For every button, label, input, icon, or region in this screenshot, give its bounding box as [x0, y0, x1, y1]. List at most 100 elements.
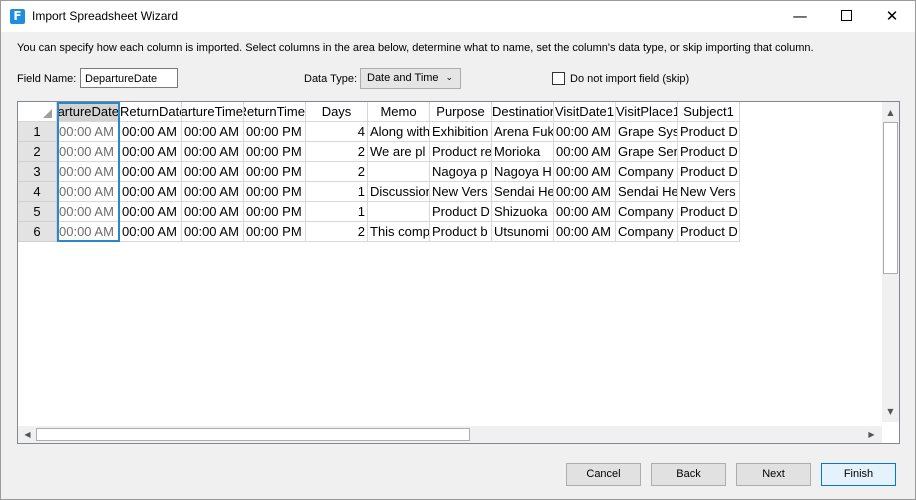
horizontal-scrollbar[interactable]: ◀ ▶ — [18, 426, 882, 443]
grid-cell[interactable]: Shizuoka — [492, 202, 554, 222]
row-header[interactable]: 2 — [18, 142, 57, 162]
grid-cell[interactable]: 00:00 AM — [120, 142, 182, 162]
data-type-select[interactable]: Date and Time ⌄ — [360, 68, 461, 89]
grid-cell[interactable]: 00:00 AM — [182, 202, 244, 222]
grid-cell[interactable]: 00:00 AM — [554, 142, 616, 162]
grid-cell[interactable]: Product b — [430, 222, 492, 242]
grid-cell[interactable]: Product re — [430, 142, 492, 162]
grid-cell[interactable]: 00:00 AM — [554, 182, 616, 202]
row-header[interactable]: 1 — [18, 122, 57, 142]
grid-cell[interactable]: 00:00 AM — [554, 202, 616, 222]
column-header[interactable]: VisitDate1 — [554, 102, 616, 122]
close-button[interactable]: ✕ — [869, 1, 915, 32]
scroll-up-arrow-icon[interactable]: ▲ — [882, 104, 899, 121]
grid-cell[interactable]: 00:00 PM — [244, 162, 306, 182]
column-header[interactable]: DepartureTime — [182, 102, 244, 122]
grid-cell[interactable]: Company — [616, 162, 678, 182]
grid-cell[interactable]: 2 — [306, 162, 368, 182]
column-header[interactable]: DepartureDate — [57, 102, 120, 122]
grid-cell[interactable]: 00:00 PM — [244, 122, 306, 142]
grid-cell[interactable]: Nagoya H — [492, 162, 554, 182]
grid-cell[interactable]: 2 — [306, 142, 368, 162]
grid-cell[interactable]: Product D — [430, 202, 492, 222]
grid-cell[interactable]: 00:00 AM — [182, 182, 244, 202]
grid-cell[interactable] — [368, 202, 430, 222]
grid-cell[interactable]: Company — [616, 222, 678, 242]
grid-cell[interactable]: 00:00 PM — [244, 222, 306, 242]
grid-cell[interactable]: 00:00 PM — [244, 202, 306, 222]
grid-cell[interactable]: Arena Fuk — [492, 122, 554, 142]
row-header[interactable]: 6 — [18, 222, 57, 242]
back-button[interactable]: Back — [651, 463, 726, 486]
scroll-left-arrow-icon[interactable]: ◀ — [19, 426, 36, 443]
finish-button[interactable]: Finish — [821, 463, 896, 486]
grid-cell[interactable]: 00:00 AM — [120, 182, 182, 202]
maximize-button[interactable] — [823, 1, 869, 32]
spreadsheet-preview-grid[interactable]: DepartureDateReturnDateDepartureTimeRetu… — [17, 101, 900, 444]
horizontal-scroll-thumb[interactable] — [36, 428, 470, 441]
field-name-input[interactable]: DepartureDate — [80, 68, 178, 88]
grid-cell[interactable]: 00:00 AM — [554, 122, 616, 142]
grid-cell[interactable]: Nagoya p — [430, 162, 492, 182]
grid-cell[interactable]: This comp — [368, 222, 430, 242]
grid-cell[interactable]: Product D — [678, 162, 740, 182]
grid-cell[interactable]: 00:00 PM — [244, 142, 306, 162]
row-header[interactable]: 5 — [18, 202, 57, 222]
grid-cell[interactable]: New Vers — [430, 182, 492, 202]
column-header[interactable]: Memo — [368, 102, 430, 122]
vertical-scroll-thumb[interactable] — [883, 122, 898, 274]
grid-cell[interactable]: 00:00 AM — [57, 222, 120, 242]
column-header[interactable]: VisitPlace1 — [616, 102, 678, 122]
grid-cell[interactable]: 00:00 AM — [182, 162, 244, 182]
grid-cell[interactable]: 00:00 AM — [554, 222, 616, 242]
grid-cell[interactable]: 1 — [306, 202, 368, 222]
grid-cell[interactable]: 00:00 AM — [57, 202, 120, 222]
grid-cell[interactable]: New Vers — [678, 182, 740, 202]
column-header[interactable]: ReturnDate — [120, 102, 182, 122]
scroll-right-arrow-icon[interactable]: ▶ — [863, 426, 880, 443]
grid-cell[interactable]: Sendai He — [492, 182, 554, 202]
grid-cell[interactable]: Grape Ser — [616, 142, 678, 162]
scroll-down-arrow-icon[interactable]: ▼ — [882, 403, 899, 420]
next-button[interactable]: Next — [736, 463, 811, 486]
cancel-button[interactable]: Cancel — [566, 463, 641, 486]
grid-cell[interactable]: 00:00 AM — [182, 122, 244, 142]
grid-cell[interactable]: 2 — [306, 222, 368, 242]
grid-cell[interactable]: Product D — [678, 122, 740, 142]
column-header[interactable]: Subject1 — [678, 102, 740, 122]
vertical-scrollbar[interactable]: ▲ ▼ — [882, 102, 899, 422]
grid-cell[interactable]: 00:00 AM — [120, 162, 182, 182]
grid-cell[interactable]: Product D — [678, 222, 740, 242]
grid-cell[interactable]: Product D — [678, 202, 740, 222]
grid-cell[interactable]: 00:00 AM — [57, 182, 120, 202]
grid-cell[interactable]: Grape Sys — [616, 122, 678, 142]
grid-cell[interactable]: 00:00 AM — [57, 122, 120, 142]
grid-cell[interactable]: Exhibition — [430, 122, 492, 142]
grid-cell[interactable]: 00:00 AM — [120, 122, 182, 142]
grid-cell[interactable] — [368, 162, 430, 182]
grid-cell[interactable]: 00:00 PM — [244, 182, 306, 202]
grid-cell[interactable]: Discussion — [368, 182, 430, 202]
grid-cell[interactable]: Utsunomi — [492, 222, 554, 242]
grid-cell[interactable]: 00:00 AM — [554, 162, 616, 182]
grid-cell[interactable]: Product D — [678, 142, 740, 162]
grid-cell[interactable]: 4 — [306, 122, 368, 142]
skip-field-checkbox[interactable] — [552, 72, 565, 85]
title-bar[interactable]: F Import Spreadsheet Wizard — ✕ — [1, 1, 915, 32]
grid-cell[interactable]: We are pl — [368, 142, 430, 162]
grid-cell[interactable]: Morioka — [492, 142, 554, 162]
minimize-button[interactable]: — — [777, 1, 823, 32]
grid-cell[interactable]: 1 — [306, 182, 368, 202]
grid-cell[interactable]: Along with — [368, 122, 430, 142]
grid-cell[interactable]: 00:00 AM — [120, 202, 182, 222]
grid-cell[interactable]: 00:00 AM — [182, 222, 244, 242]
select-all-corner[interactable] — [18, 102, 57, 122]
grid-cell[interactable]: 00:00 AM — [57, 162, 120, 182]
column-header[interactable]: Purpose — [430, 102, 492, 122]
grid-cell[interactable]: Sendai He — [616, 182, 678, 202]
grid-cell[interactable]: 00:00 AM — [120, 222, 182, 242]
grid-cell[interactable]: Company — [616, 202, 678, 222]
row-header[interactable]: 4 — [18, 182, 57, 202]
grid-cell[interactable]: 00:00 AM — [182, 142, 244, 162]
column-header[interactable]: Days — [306, 102, 368, 122]
